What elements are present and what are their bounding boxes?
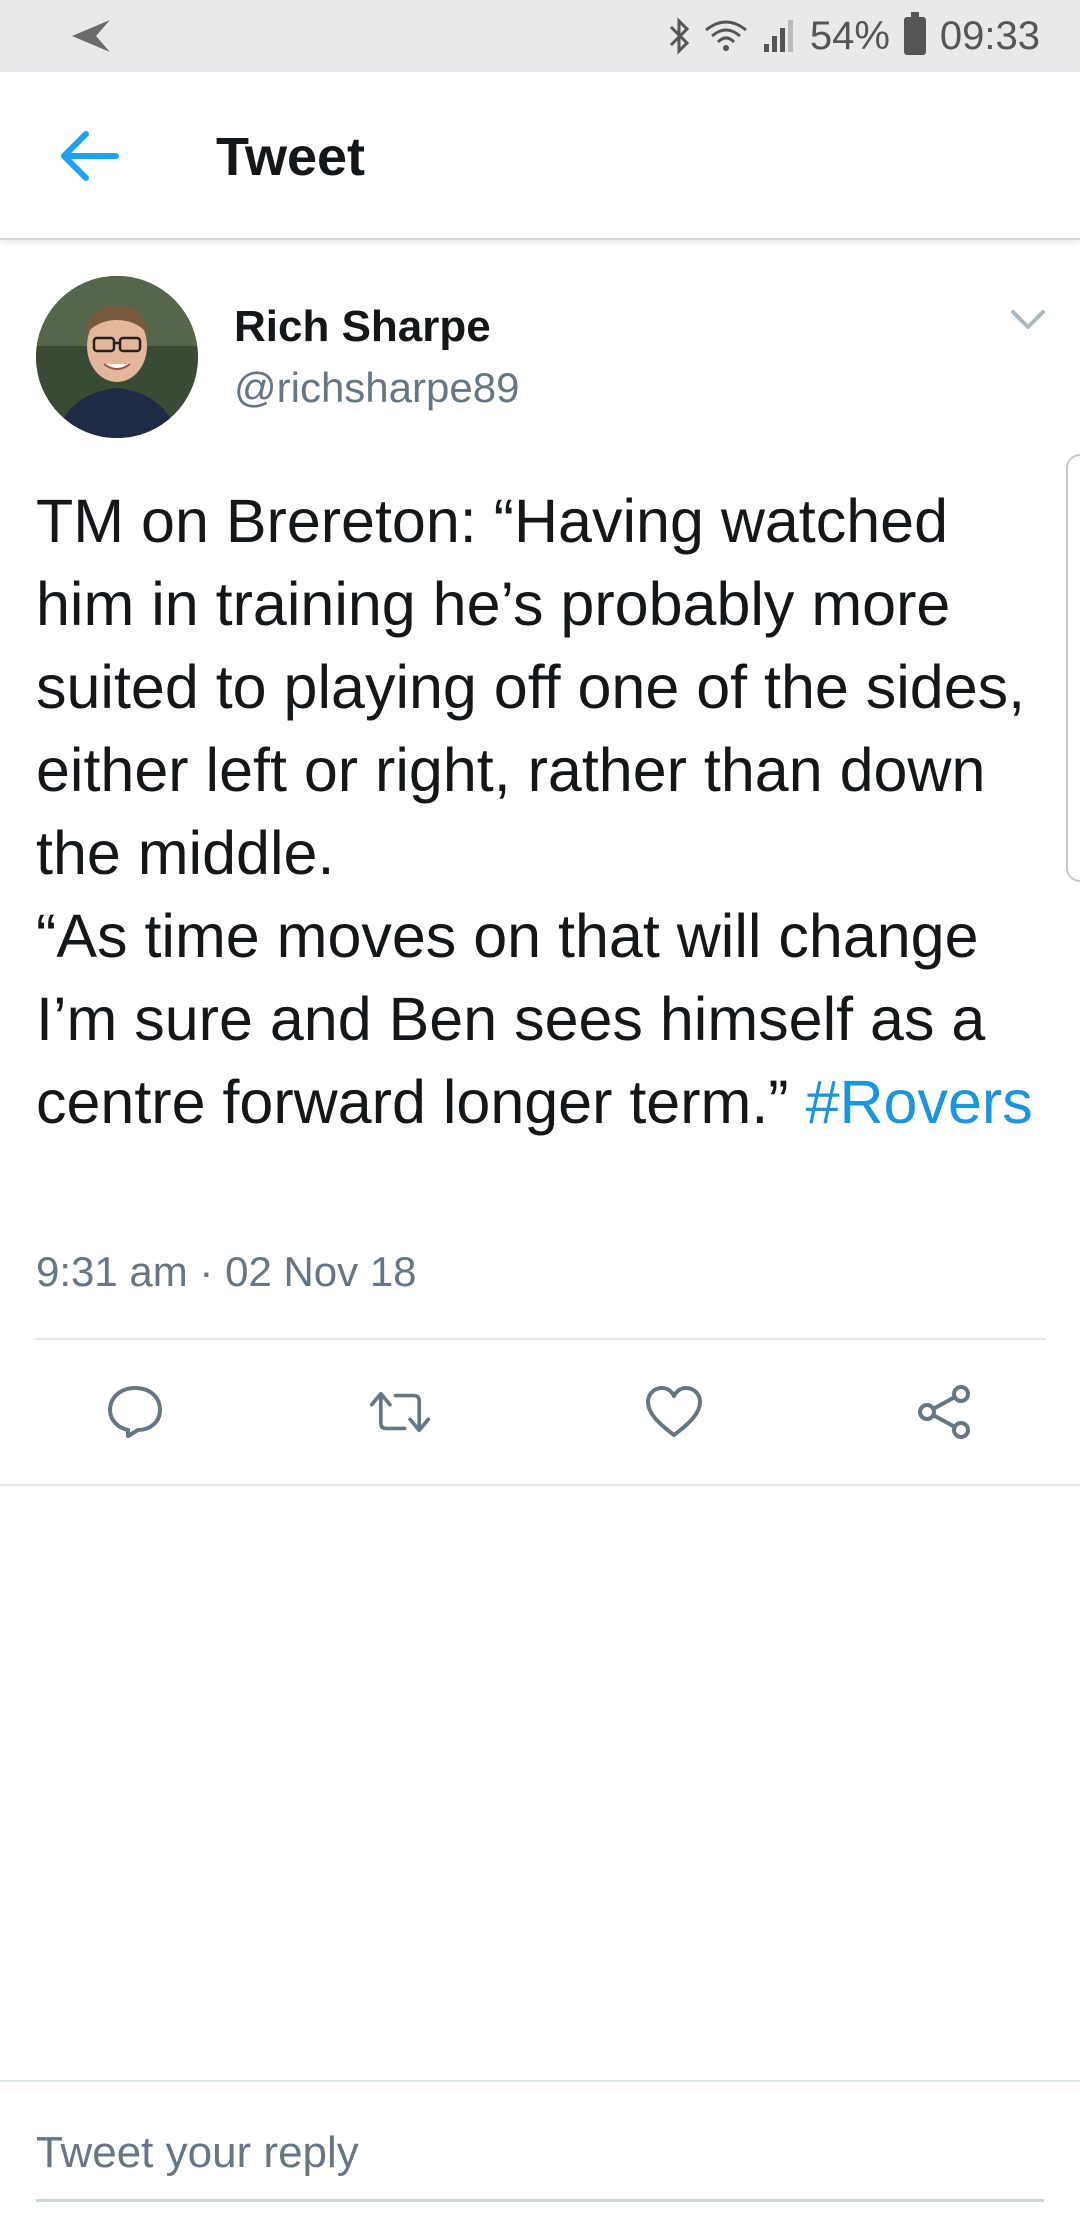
chevron-down-icon[interactable] — [1010, 308, 1046, 332]
reply-button[interactable] — [103, 1380, 167, 1444]
retweet-button[interactable] — [368, 1380, 432, 1444]
wifi-icon — [704, 20, 747, 51]
reply-icon — [108, 1386, 162, 1438]
divider — [0, 1484, 1080, 1486]
avatar[interactable] — [36, 276, 198, 438]
hashtag-link[interactable]: #Rovers — [806, 1068, 1033, 1136]
status-indicators: 54% 09:33 — [668, 0, 1040, 72]
retweet-icon — [369, 1391, 431, 1433]
arrow-left-icon[interactable] — [58, 130, 120, 182]
author-handle[interactable]: @richsharpe89 — [234, 364, 519, 412]
share-button[interactable] — [912, 1380, 976, 1444]
tweet-body: TM on Brereton: “Having watched him in t… — [36, 487, 1026, 1136]
share-icon — [918, 1385, 970, 1439]
battery-icon — [903, 12, 926, 55]
status-bar: 54% 09:33 — [0, 0, 1080, 72]
bluetooth-icon — [669, 17, 689, 55]
status-time: 09:33 — [939, 13, 1040, 58]
signal-icon — [763, 20, 793, 52]
reply-bar — [0, 2080, 1080, 2220]
battery-percent: 54% — [809, 13, 890, 58]
reply-input[interactable] — [36, 2106, 1044, 2202]
tweet-timestamp: 9:31 am · 02 Nov 18 — [36, 1248, 417, 1295]
scroll-handle[interactable] — [1066, 454, 1080, 882]
like-button[interactable] — [642, 1380, 706, 1444]
tweet-text: TM on Brereton: “Having watched him in t… — [36, 480, 1056, 1144]
author-name[interactable]: Rich Sharpe — [234, 302, 491, 352]
app-header: Tweet — [0, 72, 1080, 240]
back-arrow-icon[interactable] — [66, 16, 114, 56]
like-icon — [646, 1386, 702, 1437]
page-title: Tweet — [216, 127, 366, 187]
avatar-photo — [36, 276, 198, 438]
tweet-actions — [0, 1340, 1080, 1484]
